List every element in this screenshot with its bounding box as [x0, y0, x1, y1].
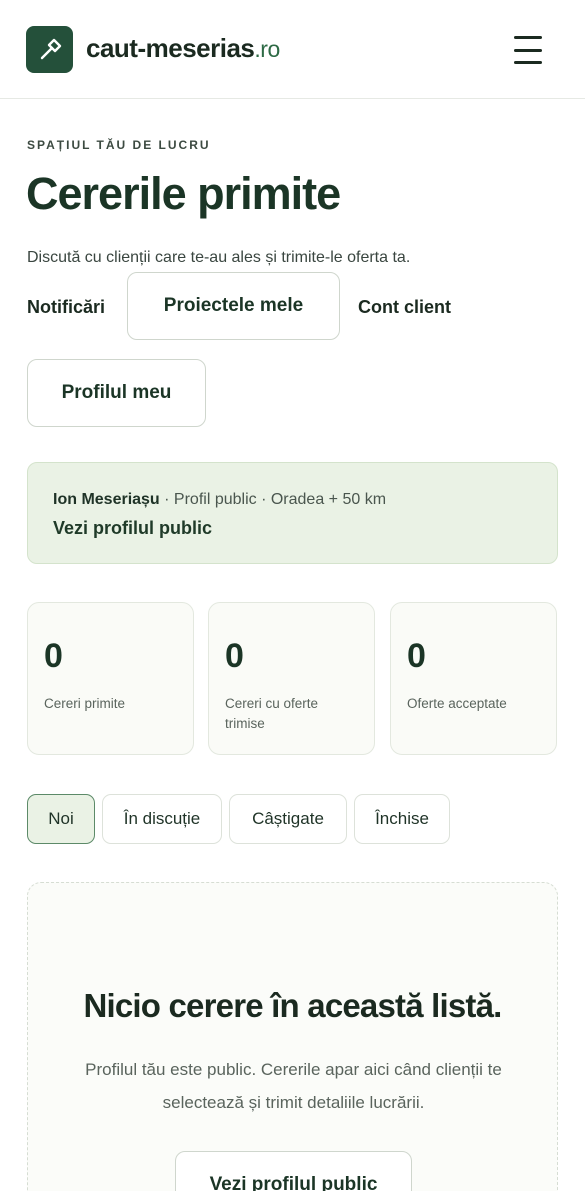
tab-new[interactable]: Noi — [27, 794, 95, 844]
nav-client-account[interactable]: Cont client — [358, 297, 451, 318]
brand-name[interactable]: caut-meserias.ro — [86, 33, 280, 64]
stat-value: 0 — [44, 637, 63, 675]
page-subtitle: Discută cu clienții care te-au ales și t… — [27, 249, 411, 266]
app-header: caut-meserias.ro — [0, 0, 585, 99]
logo[interactable] — [26, 26, 73, 73]
profile-name: Ion Meseriașu — [53, 491, 160, 508]
hammer-icon — [40, 38, 61, 59]
page-eyebrow: SPAȚIUL TĂU DE LUCRU — [27, 138, 211, 152]
profile-summary-card: Ion Meseriașu · Profil public · Oradea +… — [27, 462, 558, 564]
stat-label: Cereri primite — [44, 696, 126, 711]
tab-in-discussion[interactable]: În discuție — [102, 794, 222, 844]
nav-my-profile-button[interactable]: Profilul meu — [27, 359, 206, 427]
stat-label: Cereri cu oferte trimise — [225, 696, 319, 731]
stat-value: 0 — [407, 637, 426, 675]
stat-card-received: 0 Cereri primite — [27, 602, 194, 755]
stat-card-offers-accepted: 0 Oferte acceptate — [390, 602, 557, 755]
stat-label: Oferte acceptate — [407, 696, 507, 711]
empty-state-view-profile-button[interactable]: Vezi profilul public — [175, 1151, 412, 1191]
empty-state-text: Profilul tău este public. Cererile apar … — [85, 1060, 502, 1112]
brand-text: caut-meserias — [86, 33, 255, 63]
nav-notifications[interactable]: Notificări — [27, 297, 105, 318]
profile-details: · Profil public · Oradea + 50 km — [159, 491, 387, 508]
empty-state-title: Nicio cerere în această listă. — [83, 987, 502, 1024]
profile-info: Ion Meseriașu · Profil public · Oradea +… — [53, 491, 386, 509]
empty-state: Nicio cerere în această listă. Profilul … — [27, 882, 558, 1191]
hamburger-menu-icon[interactable] — [506, 30, 550, 70]
stat-value: 0 — [225, 637, 244, 675]
page-title: Cererile primite — [26, 168, 341, 219]
tab-won[interactable]: Câștigate — [229, 794, 347, 844]
stat-card-offers-sent: 0 Cereri cu oferte trimise — [208, 602, 375, 755]
brand-tld: .ro — [254, 36, 280, 62]
nav-my-projects-button[interactable]: Proiectele mele — [127, 272, 340, 340]
view-public-profile-link[interactable]: Vezi profilul public — [53, 518, 212, 539]
tab-closed[interactable]: Închise — [354, 794, 450, 844]
